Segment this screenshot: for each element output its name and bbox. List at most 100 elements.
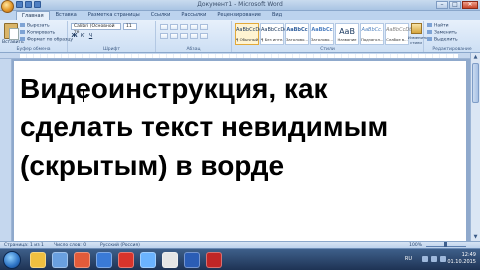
italic-button[interactable]: К xyxy=(79,33,86,39)
paragraph-group: Абзац xyxy=(156,21,232,52)
copy-icon xyxy=(20,30,25,34)
font-size-input[interactable]: 11 xyxy=(123,23,137,30)
tab-view[interactable]: Вид xyxy=(267,11,287,20)
editing-group: Найти Заменить Выделить Редактирование xyxy=(424,21,480,52)
taskbar: RU 12:49 01.10.2015 xyxy=(0,248,480,270)
align-right-icon[interactable] xyxy=(180,33,188,39)
style-sample: AaB xyxy=(339,27,355,36)
start-button[interactable] xyxy=(3,251,21,269)
bullets-icon[interactable] xyxy=(160,24,168,30)
font-group: Calibri (Основной те 11 Ж К Ч Шрифт xyxy=(68,21,156,52)
editing-group-label: Редактирование xyxy=(432,47,472,52)
styles-group-label: Стили xyxy=(320,47,335,52)
style-name: Название xyxy=(337,37,357,42)
document-text-line[interactable]: сделать текст невидимым xyxy=(20,111,388,143)
close-button[interactable]: ✕ xyxy=(462,1,478,9)
style-sample: AaBbCcDt xyxy=(386,27,412,33)
document-text-line[interactable]: Видеоинструкция, как xyxy=(20,73,328,105)
style-normal[interactable]: AaBbCcDc ¶ Обычный xyxy=(235,23,262,45)
maximize-button[interactable]: □ xyxy=(449,1,461,9)
style-name: Слабое в... xyxy=(386,37,408,42)
format-painter-label: Формат по образцу xyxy=(27,37,74,43)
style-sample: AaBbCcDc xyxy=(236,27,262,33)
format-painter-button[interactable]: Формат по образцу xyxy=(20,37,73,43)
align-left-icon[interactable] xyxy=(160,33,168,39)
window-controls: – □ ✕ xyxy=(436,1,478,9)
flag-icon[interactable] xyxy=(440,256,446,262)
styles-group: AaBbCcDc ¶ Обычный AaBbCcDc ¶ Без инте..… xyxy=(232,21,427,52)
style-no-spacing[interactable]: AaBbCcDc ¶ Без инте... xyxy=(260,23,287,45)
document-area: Видеоинструкция, как сделать текст невид… xyxy=(12,59,470,241)
bold-button[interactable]: Ж xyxy=(71,33,78,39)
clock-time: 12:49 xyxy=(461,252,476,258)
find-button[interactable]: Найти xyxy=(427,23,449,29)
copy-label: Копировать xyxy=(27,30,56,36)
select-label: Выделить xyxy=(434,37,458,43)
style-subtitle[interactable]: AaBbCc. Подзагол... xyxy=(360,23,384,45)
tab-mailings[interactable]: Рассылки xyxy=(176,11,211,20)
text-cursor xyxy=(83,91,84,102)
style-name: ¶ Без инте... xyxy=(261,37,283,42)
style-heading-2[interactable]: AaBbCc Заголово... xyxy=(310,23,334,45)
title-bar: Документ1 - Microsoft Word – □ ✕ xyxy=(0,0,480,13)
tab-page-layout[interactable]: Разметка страницы xyxy=(83,11,145,20)
font-name-input[interactable]: Calibri (Основной те xyxy=(71,23,121,35)
replace-button[interactable]: Заменить xyxy=(427,30,457,36)
recorder-icon[interactable] xyxy=(206,252,222,268)
status-bar: Страница: 1 из 1 Число слов: 0 Русский (… xyxy=(0,241,480,248)
style-name: ¶ Обычный xyxy=(236,37,258,42)
increase-indent-icon[interactable] xyxy=(200,24,208,30)
replace-label: Заменить xyxy=(434,30,457,36)
vertical-ruler[interactable] xyxy=(0,59,12,241)
scroll-down-icon[interactable]: ▼ xyxy=(472,234,479,240)
scroll-thumb[interactable] xyxy=(472,63,479,103)
line-spacing-icon[interactable] xyxy=(200,33,208,39)
clock[interactable]: 12:49 01.10.2015 xyxy=(447,252,476,266)
cut-button[interactable]: Вырезать xyxy=(20,23,50,29)
browser-icon[interactable] xyxy=(74,252,90,268)
brush-icon xyxy=(20,37,25,41)
media-player-icon[interactable] xyxy=(52,252,68,268)
style-subtle-emphasis[interactable]: AaBbCcDt Слабое в... xyxy=(385,23,412,45)
tab-home[interactable]: Главная xyxy=(16,11,50,20)
scroll-up-icon[interactable]: ▲ xyxy=(472,54,479,60)
style-name: Заголово... xyxy=(286,37,308,42)
paste-icon[interactable] xyxy=(4,23,19,40)
zoom-slider[interactable] xyxy=(426,242,466,247)
document-page[interactable]: Видеоинструкция, как сделать текст невид… xyxy=(14,61,466,241)
skype-icon[interactable] xyxy=(96,252,112,268)
multilevel-list-icon[interactable] xyxy=(180,24,188,30)
window-title: Документ1 - Microsoft Word xyxy=(197,1,283,8)
font-group-label: Шрифт xyxy=(102,47,121,52)
volume-icon[interactable] xyxy=(431,256,437,262)
photo-icon[interactable] xyxy=(140,252,156,268)
align-center-icon[interactable] xyxy=(170,33,178,39)
underline-button[interactable]: Ч xyxy=(87,33,94,39)
justify-icon[interactable] xyxy=(190,33,198,39)
keyboard-language[interactable]: RU xyxy=(405,256,412,262)
network-icon[interactable] xyxy=(422,256,428,262)
document-text-line[interactable]: (скрытым) в ворде xyxy=(20,150,284,182)
clipboard-group: Вставить Вырезать Копировать Формат по о… xyxy=(0,21,73,52)
tab-review[interactable]: Рецензирование xyxy=(212,11,266,20)
yandex-icon[interactable] xyxy=(118,252,134,268)
style-name: Подзагол... xyxy=(361,37,383,42)
tab-insert[interactable]: Вставка xyxy=(51,11,82,20)
office-button[interactable] xyxy=(1,0,14,13)
decrease-indent-icon[interactable] xyxy=(190,24,198,30)
vertical-scrollbar[interactable]: ▲ ▼ xyxy=(470,53,480,241)
app-icon[interactable] xyxy=(162,252,178,268)
numbering-icon[interactable] xyxy=(170,24,178,30)
change-styles-button[interactable]: Изменить стили xyxy=(408,23,427,45)
align-buttons xyxy=(160,33,208,39)
word-taskbar-icon[interactable] xyxy=(184,252,200,268)
style-title[interactable]: AaB Название xyxy=(335,23,359,45)
replace-icon xyxy=(427,30,432,34)
copy-button[interactable]: Копировать xyxy=(20,30,55,36)
tab-references[interactable]: Ссылки xyxy=(146,11,176,20)
select-button[interactable]: Выделить xyxy=(427,37,458,43)
minimize-button[interactable]: – xyxy=(436,1,448,9)
ribbon-tabs: Главная Вставка Разметка страницы Ссылки… xyxy=(0,11,480,20)
explorer-icon[interactable] xyxy=(30,252,46,268)
style-heading-1[interactable]: AaBbCc Заголово... xyxy=(285,23,309,45)
